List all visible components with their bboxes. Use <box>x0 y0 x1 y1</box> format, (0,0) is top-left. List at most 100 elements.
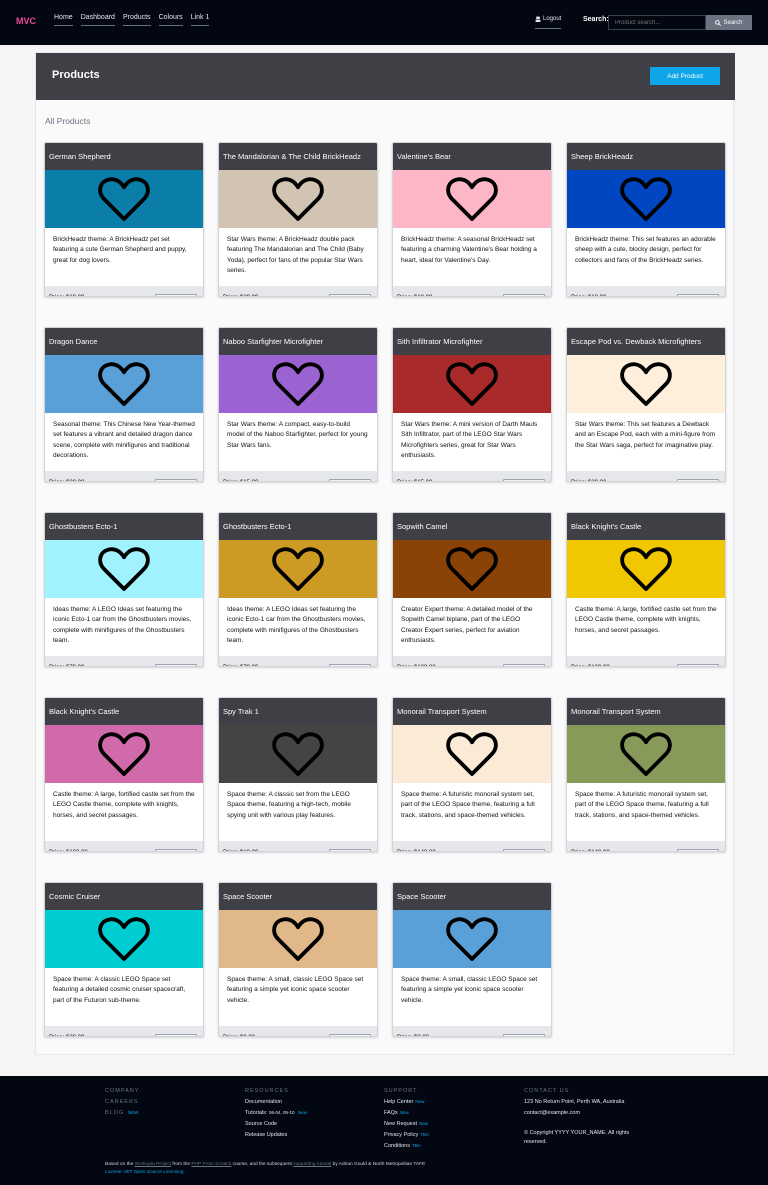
more-details-button[interactable]: More details... <box>329 479 371 481</box>
product-name[interactable]: Ghostbusters Ecto-1 <box>45 513 203 540</box>
heart-icon <box>446 547 498 591</box>
more-details-button[interactable]: More details... <box>503 1034 545 1036</box>
more-details-button[interactable]: More details... <box>503 294 545 296</box>
product-price: Price: $29.99 <box>49 1035 84 1036</box>
product-image <box>219 170 377 228</box>
more-details-button[interactable]: More details... <box>155 849 197 851</box>
product-image <box>393 355 551 413</box>
nav-link-colours[interactable]: Colours <box>158 14 183 26</box>
product-card: Sopwith Camel Creator Expert theme: A det… <box>392 512 552 667</box>
footer-privacy-link[interactable]: Privacy Policy <box>384 1132 418 1138</box>
more-details-button[interactable]: More details... <box>503 479 545 481</box>
search-button[interactable]: Search <box>706 15 752 30</box>
more-details-button[interactable]: More details... <box>677 294 719 296</box>
footer-request-link[interactable]: New Request <box>384 1121 417 1127</box>
product-name[interactable]: Spy Trak 1 <box>219 698 377 725</box>
credits-link-workopia[interactable]: Workopia Project <box>135 1162 171 1167</box>
product-card: Space Scooter Space theme: A small, class… <box>392 882 552 1037</box>
footer-address: 123 No Return Point, Perth WA, Australia <box>524 1099 625 1105</box>
product-name[interactable]: Sopwith Camel <box>393 513 551 540</box>
product-name[interactable]: German Shepherd <box>45 143 203 170</box>
product-name[interactable]: Escape Pod vs. Dewback Microfighters <box>567 328 725 355</box>
more-details-button[interactable]: More details... <box>677 479 719 481</box>
footer-company-heading: COMPANY <box>105 1088 140 1094</box>
product-price: Price: $15.99 <box>223 480 258 481</box>
nav-link-dashboard[interactable]: Dashboard <box>80 14 115 26</box>
product-name[interactable]: Space Scooter <box>219 883 377 910</box>
product-footer: Price: $19.99 More details... <box>393 286 551 296</box>
search-label: Search: <box>583 16 609 23</box>
product-description: Seasonal theme: This Chinese New Year-th… <box>53 421 195 460</box>
credits-link-tutorial[interactable]: supporting tutorial <box>293 1162 331 1167</box>
product-footer: Price: $79.99 More details... <box>45 656 203 666</box>
more-details-button[interactable]: More details... <box>155 479 197 481</box>
footer-email[interactable]: contact@example.com <box>524 1110 629 1116</box>
more-details-button[interactable]: More details... <box>503 664 545 666</box>
top-navbar: MVC Home Dashboard Products Colours Link… <box>0 0 768 45</box>
product-name[interactable]: Dragon Dance <box>45 328 203 355</box>
more-details-button[interactable]: More details... <box>677 664 719 666</box>
product-name[interactable]: Ghostbusters Ecto-1 <box>219 513 377 540</box>
product-name[interactable]: Sheep BrickHeadz <box>567 143 725 170</box>
footer-updates-link[interactable]: Release Updates <box>245 1132 307 1138</box>
nav-link-link1[interactable]: Link 1 <box>190 14 210 26</box>
heart-icon <box>98 732 150 776</box>
more-details-button[interactable]: More details... <box>155 294 197 296</box>
more-details-button[interactable]: More details... <box>155 1034 197 1036</box>
more-details-button[interactable]: More details... <box>329 664 371 666</box>
footer-source-link[interactable]: Source Code <box>245 1121 307 1127</box>
license-link[interactable]: License: MIT Open Source Licensing <box>105 1169 425 1177</box>
product-name[interactable]: Black Knight's Castle <box>567 513 725 540</box>
footer-resources: RESOURCES Documentation Tutorials: 06-04… <box>245 1088 307 1143</box>
product-card: Ghostbusters Ecto-1 Ideas theme: A LEGO I… <box>218 512 378 667</box>
product-name[interactable]: Black Knight's Castle <box>45 698 203 725</box>
product-description: Space theme: A small, classic LEGO Space… <box>227 976 364 1004</box>
more-details-button[interactable]: More details... <box>677 849 719 851</box>
heart-icon <box>620 732 672 776</box>
credits-link-php[interactable]: PHP From Scratch <box>191 1162 231 1167</box>
product-name[interactable]: Valentine's Bear <box>393 143 551 170</box>
product-name[interactable]: Space Scooter <box>393 883 551 910</box>
more-details-button[interactable]: More details... <box>329 1034 371 1036</box>
new-badge: NEW <box>127 1110 139 1115</box>
more-details-button[interactable]: More details... <box>155 664 197 666</box>
footer-careers-link[interactable]: CAREERS <box>105 1099 139 1105</box>
product-name[interactable]: Monorail Transport System <box>393 698 551 725</box>
more-details-button[interactable]: More details... <box>329 294 371 296</box>
product-name[interactable]: Sith Infiltrator Microfighter <box>393 328 551 355</box>
products-panel: Products Add Product All Products German… <box>35 52 735 1055</box>
heart-icon <box>98 547 150 591</box>
footer-help-link[interactable]: Help Center <box>384 1099 413 1105</box>
product-price: Price: $79.99 <box>223 665 258 666</box>
product-footer: Price: $9.99 More details... <box>393 1026 551 1036</box>
more-details-button[interactable]: More details... <box>503 849 545 851</box>
footer-tutorials-links[interactable]: 06-04, 05-10 <box>269 1110 295 1115</box>
product-card: Monorail Transport System Space theme: A … <box>566 697 726 852</box>
section-title: All Products <box>45 116 91 126</box>
heart-icon <box>446 917 498 961</box>
heart-icon <box>620 547 672 591</box>
nav-link-home[interactable]: Home <box>54 14 73 26</box>
footer-blog-link[interactable]: BLOG <box>105 1110 124 1116</box>
product-price: Price: $29.99 <box>223 295 258 296</box>
product-card: German Shepherd BrickHeadz theme: A Brick… <box>44 142 204 297</box>
product-name[interactable]: Naboo Starfighter Microfighter <box>219 328 377 355</box>
add-product-button[interactable]: Add Product <box>650 67 720 85</box>
product-image <box>219 725 377 783</box>
more-details-button[interactable]: More details... <box>329 849 371 851</box>
product-name[interactable]: Monorail Transport System <box>567 698 725 725</box>
logout-button[interactable]: Logout <box>535 16 562 29</box>
product-card: Sheep BrickHeadz BrickHeadz theme: This s… <box>566 142 726 297</box>
product-price: Price: $139.99 <box>397 665 436 666</box>
brand-logo[interactable]: MVC <box>16 16 36 26</box>
footer-faqs-link[interactable]: FAQs <box>384 1110 398 1116</box>
nav-link-products[interactable]: Products <box>122 14 151 26</box>
product-footer: Price: $19.99 More details... <box>567 286 725 296</box>
product-price: Price: $89.99 <box>49 480 84 481</box>
search-input[interactable] <box>608 15 706 30</box>
product-name[interactable]: The Mandalorian & The Child BrickHeadz <box>219 143 377 170</box>
product-name[interactable]: Cosmic Cruiser <box>45 883 203 910</box>
product-image <box>219 540 377 598</box>
footer-documentation-link[interactable]: Documentation <box>245 1099 307 1105</box>
footer-conditions-link[interactable]: Conditions <box>384 1143 410 1149</box>
